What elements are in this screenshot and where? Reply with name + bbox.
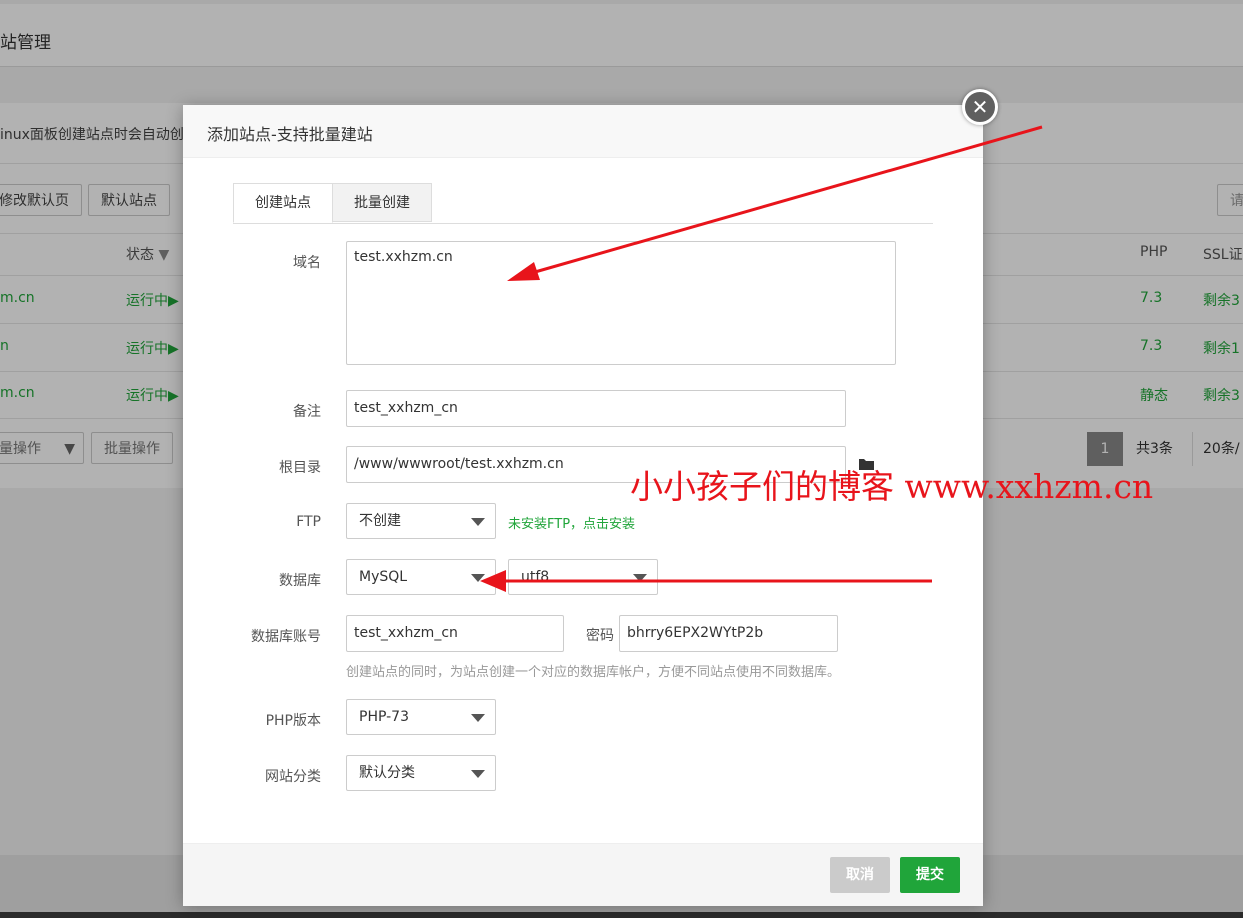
database-type-value: MySQL <box>359 569 408 585</box>
taskbar-strip <box>0 912 1243 918</box>
database-label: 数据库 <box>279 573 321 589</box>
tab-bar: 创建站点 批量创建 <box>233 183 933 224</box>
category-label: 网站分类 <box>265 769 321 785</box>
ftp-label: FTP <box>296 514 321 530</box>
submit-button[interactable]: 提交 <box>900 857 960 893</box>
cancel-button[interactable]: 取消 <box>830 857 890 893</box>
remark-label: 备注 <box>293 404 321 420</box>
domain-textarea[interactable]: test.xxhzm.cn <box>346 241 896 365</box>
chevron-down-icon <box>471 518 485 526</box>
chevron-down-icon <box>471 574 485 582</box>
remark-input[interactable]: test_xxhzm_cn <box>346 390 846 427</box>
install-ftp-link[interactable]: 未安装FTP，点击安装 <box>508 513 635 532</box>
dialog-footer: 取消 提交 <box>183 843 983 906</box>
dialog-title: 添加站点-支持批量建站 <box>207 125 373 144</box>
password-label: 密码 <box>586 628 614 644</box>
dialog-header: 添加站点-支持批量建站 <box>183 105 983 158</box>
chevron-down-icon <box>471 714 485 722</box>
watermark-text: 小小孩子们的博客 www.xxhzm.cn <box>630 467 1154 506</box>
php-version-value: PHP-73 <box>359 709 409 725</box>
ftp-select-value: 不创建 <box>359 513 401 529</box>
chevron-down-icon <box>471 770 485 778</box>
category-select[interactable]: 默认分类 <box>346 755 496 791</box>
category-value: 默认分类 <box>359 765 415 781</box>
tab-create-site[interactable]: 创建站点 <box>233 183 333 223</box>
db-account-label: 数据库账号 <box>251 629 321 645</box>
database-charset-select[interactable]: utf8 <box>508 559 658 595</box>
database-type-select[interactable]: MySQL <box>346 559 496 595</box>
password-input[interactable]: bhrry6EPX2WYtP2b <box>619 615 838 652</box>
php-version-select[interactable]: PHP-73 <box>346 699 496 735</box>
tab-batch-create[interactable]: 批量创建 <box>332 183 432 222</box>
chevron-down-icon <box>633 574 647 582</box>
domain-label: 域名 <box>293 255 321 271</box>
database-charset-value: utf8 <box>521 569 550 585</box>
db-hint-text: 创建站点的同时，为站点创建一个对应的数据库帐户，方便不同站点使用不同数据库。 <box>346 665 841 680</box>
close-icon: ✕ <box>971 95 989 119</box>
ftp-select[interactable]: 不创建 <box>346 503 496 539</box>
php-version-label: PHP版本 <box>265 713 321 729</box>
close-dialog-button[interactable]: ✕ <box>962 89 998 125</box>
root-dir-label: 根目录 <box>279 460 321 476</box>
